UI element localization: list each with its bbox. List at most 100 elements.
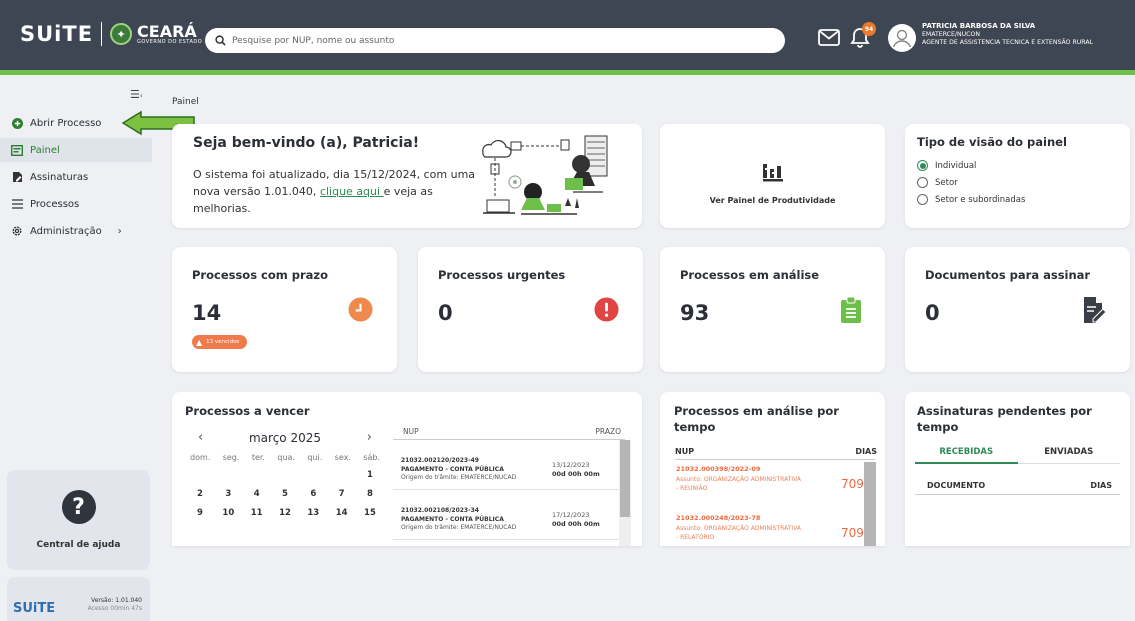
table-row[interactable]: 21032.000398/2022-09 Assunto: ORGANIZAÇÃ… [676,465,866,493]
calendar-day[interactable]: 11 [247,508,267,518]
card-title: Processos em análise por tempo [674,404,839,434]
calendar-day [332,470,352,480]
calendar-day[interactable]: 10 [218,508,238,518]
calendar-day[interactable]: 9 [190,508,210,518]
col-prazo: PRAZO [595,427,621,436]
collapse-menu-icon[interactable]: ☰‹ [130,88,143,101]
gear-icon [11,225,23,237]
calendar-day[interactable]: 3 [218,489,238,499]
avatar[interactable] [888,24,916,52]
radio-setor[interactable]: Setor [917,177,1118,188]
help-label: Central de ajuda [36,540,121,550]
calendar-day[interactable]: 1 [360,470,380,480]
prev-month-icon[interactable]: ‹ [198,430,203,445]
table-header: NUP PRAZO [393,423,625,440]
welcome-illustration [482,135,608,215]
col-nup: NUP [403,427,419,436]
processes-due-card: Processos a vencer ‹ março 2025 › dom. se… [172,392,642,546]
sidebar-item-label: Assinaturas [30,171,89,183]
calendar-day[interactable]: 13 [303,508,323,518]
urgent-processes-card[interactable]: Processos urgentes 0 [418,247,643,372]
stat-title: Processos com prazo [192,268,329,282]
sidebar-item-processos[interactable]: Processos [0,192,152,216]
row-subject-detail: - RELATÓRIO [676,533,715,541]
view-type-title: Tipo de visão do painel [917,135,1067,149]
table-row[interactable]: 21032.002108/2023-34 PAGAMENTO - CONTA PÚ… [393,490,625,540]
calendar-day[interactable]: 2 [190,489,210,499]
table-row[interactable]: 21032.002120/2023-49 PAGAMENTO - CONTA PÚ… [393,440,625,490]
alert-icon [594,297,619,322]
user-role: AGENTE DE ASSISTENCIA TECNICA E EXTENSÃO… [922,38,1094,46]
plus-circle-icon [11,117,23,129]
row-time: 00d 00h 00m [552,520,600,529]
weekday-row: dom. seg. ter. qua. qui. sex. sáb. [190,453,380,462]
stat-title: Processos em análise [680,268,820,282]
chevron-right-icon: › [117,225,122,237]
sidebar-item-administracao[interactable]: Administração › [0,219,152,243]
version-panel: SUiTE Versão: 1.01.040 Acesso 00min 47s [7,577,150,621]
header-accent-line [0,70,1135,75]
calendar-week: 1 [190,470,380,480]
deadline-processes-card[interactable]: Processos com prazo 14 ▲ 13 vencidos [172,247,397,372]
overdue-badge[interactable]: ▲ 13 vencidos [192,335,248,349]
search-icon [215,35,226,46]
tab-enviadas[interactable]: ENVIADAS [1017,442,1120,464]
documents-to-sign-card[interactable]: Documentos para assinar 0 [905,247,1130,372]
version-info: Versão: 1.01.040 Acesso 00min 47s [88,597,142,613]
calendar-day[interactable]: 15 [360,508,380,518]
radio-individual[interactable]: Individual [917,160,1118,171]
calendar-day[interactable]: 7 [332,489,352,499]
signature-icon [11,171,23,183]
row-subject: PAGAMENTO - CONTA PÚBLICA [401,465,504,473]
radio-label: Setor [935,177,958,188]
radio-button[interactable] [917,194,928,205]
sidebar-item-painel[interactable]: Painel [0,138,152,162]
mail-icon[interactable] [818,29,840,46]
row-nup: 21032.002108/2023-34 [401,507,479,514]
table-row[interactable]: 21032.000248/2023-78 Assunto: ORGANIZAÇÃ… [676,514,866,542]
calendar-day[interactable]: 6 [303,489,323,499]
due-table: NUP PRAZO 21032.002120/2023-49 PAGAMENTO … [393,423,633,540]
user-info[interactable]: PATRICIA BARBOSA DA SILVA EMATERCE/NUCON… [922,22,1093,46]
search-bar[interactable] [205,28,785,53]
calendar-day[interactable]: 5 [275,489,295,499]
analysis-processes-card[interactable]: Processos em análise 93 [660,247,885,372]
warning-icon: ▲ [196,337,203,347]
row-subject: PAGAMENTO - CONTA PÚBLICA [401,515,504,523]
radio-setor-subordinadas[interactable]: Setor e subordinadas [917,194,1118,205]
productivity-label: Ver Painel de Produtividade [709,196,836,205]
calendar-day[interactable]: 4 [247,489,267,499]
tab-recebidas[interactable]: RECEBIDAS [915,442,1018,464]
next-month-icon[interactable]: › [367,430,372,445]
radio-button[interactable] [917,160,928,171]
sidebar-item-assinaturas[interactable]: Assinaturas [0,165,152,189]
document-sign-icon [1084,297,1106,323]
sidebar-item-label: Painel [30,144,60,156]
weekday-label: qua. [277,453,295,462]
productivity-card[interactable]: Ver Painel de Produtividade [660,124,885,228]
analysis-scrollbar[interactable] [864,462,876,546]
calendar-day[interactable]: 8 [360,489,380,499]
due-table-scrollbar[interactable] [619,440,631,546]
search-input[interactable] [232,35,752,46]
weekday-label: seg. [222,453,240,462]
sidebar-item-label: Processos [30,198,80,210]
calendar-day[interactable]: 12 [275,508,295,518]
col-documento: DOCUMENTO [927,481,986,490]
row-deadline: 17/12/2023 00d 00h 00m [552,511,600,530]
row-subject: Assunto: ORGANIZAÇÃO ADMINISTRATIVA [676,475,801,483]
update-link[interactable]: clique aqui [320,185,384,198]
radio-button[interactable] [917,177,928,188]
calendar-week: 9 10 11 12 13 14 15 [190,508,380,518]
version-brand: SUiTE [13,601,56,616]
stat-title: Processos urgentes [438,268,566,282]
help-center[interactable]: ? Central de ajuda [7,470,150,570]
analysis-by-time-card: Processos em análise por tempo NUP DIAS 2… [660,392,885,546]
suite-logo[interactable]: SUiTE ✦ CEARÁ GOVERNO DO ESTADO [20,22,202,46]
brand-name: SUiTE [20,22,94,46]
row-info: 21032.002108/2023-34 PAGAMENTO - CONTA PÚ… [401,507,516,533]
calendar-day[interactable]: 14 [332,508,352,518]
notifications-button[interactable]: 94 [850,22,876,53]
radio-label: Individual [935,160,977,171]
notification-badge: 94 [862,22,876,36]
